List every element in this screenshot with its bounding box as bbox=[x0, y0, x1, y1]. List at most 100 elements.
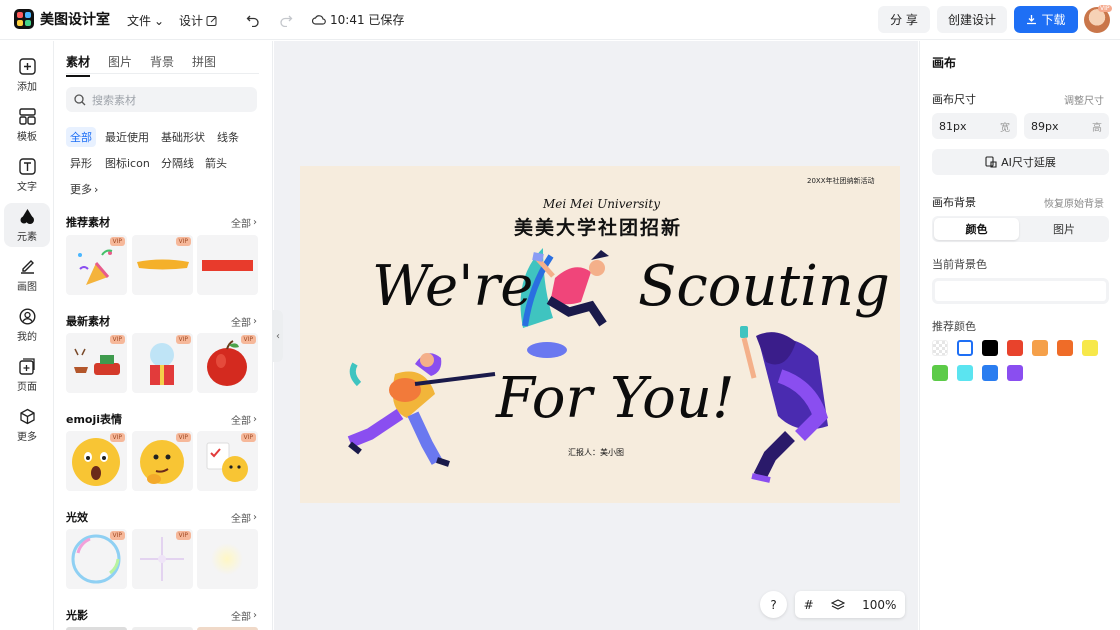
asset-thumb-red-bar[interactable] bbox=[197, 235, 258, 295]
rail-item-pages[interactable]: 页面 bbox=[4, 353, 50, 397]
asset-thumb-apple[interactable]: VIP bbox=[197, 333, 258, 393]
chip-lines[interactable]: 线条 bbox=[213, 127, 243, 147]
illustration-guitarist[interactable] bbox=[345, 334, 500, 469]
color-swatch[interactable] bbox=[932, 365, 948, 381]
vip-badge: VIP bbox=[109, 335, 125, 344]
shapes-icon bbox=[20, 208, 34, 224]
color-swatch[interactable] bbox=[982, 365, 998, 381]
design-menu[interactable]: 设计 bbox=[179, 12, 218, 29]
section-more-link[interactable]: 全部 › bbox=[231, 412, 257, 427]
chevron-right-icon: › bbox=[253, 414, 257, 425]
headline-for-you[interactable]: For You! bbox=[496, 366, 734, 431]
asset-thumb-party-popper[interactable]: VIP bbox=[66, 235, 127, 295]
chip-all[interactable]: 全部 bbox=[66, 127, 96, 147]
rail-item-elements[interactable]: 元素 bbox=[4, 203, 50, 247]
draw-icon bbox=[20, 259, 34, 274]
width-value: 81px bbox=[939, 119, 967, 133]
current-bg-color-field[interactable] bbox=[932, 278, 1109, 304]
search-input[interactable]: 搜索素材 bbox=[66, 87, 257, 112]
download-button[interactable]: 下载 bbox=[1014, 6, 1078, 33]
section-more-link[interactable]: 全部 › bbox=[231, 510, 257, 525]
design-canvas[interactable]: 20XX年社团纳新活动 Mei Mei University 美美大学社团招新 bbox=[300, 166, 900, 503]
headline-were[interactable]: We're bbox=[372, 254, 533, 319]
chip-irregular[interactable]: 异形 bbox=[66, 153, 96, 173]
rail-item-add[interactable]: 添加 bbox=[4, 53, 50, 97]
headline-scouting[interactable]: Scouting bbox=[638, 254, 890, 319]
chip-basic-shapes[interactable]: 基础形状 bbox=[157, 127, 209, 147]
asset-thumb-brush-stroke[interactable]: VIP bbox=[132, 235, 193, 295]
illustration-phone-dancer[interactable] bbox=[730, 326, 850, 486]
width-field[interactable]: 81px 宽 bbox=[932, 113, 1017, 139]
vip-badge: VIP bbox=[240, 433, 256, 442]
asset-thumb-reindeer-sleigh[interactable]: VIP bbox=[66, 333, 127, 393]
grid-icon[interactable]: # bbox=[804, 598, 814, 612]
asset-thumb-emoji-checklist[interactable]: VIP bbox=[197, 431, 258, 491]
restore-bg-link[interactable]: 恢复原始背景 bbox=[1044, 195, 1104, 210]
red-bar-image bbox=[202, 260, 253, 271]
asset-thumb-bubble-light[interactable]: VIP bbox=[66, 529, 127, 589]
vip-badge: VIP bbox=[175, 433, 191, 442]
height-field[interactable]: 89px 高 bbox=[1024, 113, 1109, 139]
color-swatch[interactable] bbox=[982, 340, 998, 356]
help-icon: ? bbox=[770, 597, 777, 612]
chevron-right-icon: › bbox=[253, 512, 257, 523]
file-menu[interactable]: 文件 ⌄ bbox=[127, 12, 164, 29]
chip-arrows[interactable]: 箭头 bbox=[201, 153, 231, 173]
section-more-link[interactable]: 全部 › bbox=[231, 608, 257, 623]
layers-icon[interactable] bbox=[830, 598, 845, 612]
redo-button[interactable] bbox=[277, 11, 295, 29]
asset-thumb-snow-globe-gift[interactable]: VIP bbox=[132, 333, 193, 393]
section-title: 最新素材 bbox=[66, 315, 110, 328]
color-swatch[interactable] bbox=[1007, 340, 1023, 356]
segment-image[interactable]: 图片 bbox=[1021, 218, 1107, 240]
rail-item-text[interactable]: 文字 bbox=[4, 153, 50, 197]
undo-button[interactable] bbox=[244, 11, 262, 29]
color-swatch[interactable] bbox=[1057, 340, 1073, 356]
segment-color[interactable]: 颜色 bbox=[934, 218, 1019, 240]
section-more-link[interactable]: 全部 › bbox=[231, 215, 257, 230]
chip-more[interactable]: 更多 › bbox=[66, 179, 102, 199]
zoom-level[interactable]: 100% bbox=[862, 598, 896, 612]
asset-thumb-thinking-emoji[interactable]: VIP bbox=[132, 431, 193, 491]
rail-item-mine[interactable]: 我的 bbox=[4, 303, 50, 347]
more-label: 全部 bbox=[231, 514, 251, 525]
glow-light-image bbox=[211, 543, 243, 575]
rail-label: 更多 bbox=[17, 431, 37, 443]
color-swatch[interactable] bbox=[1032, 340, 1048, 356]
chip-recent[interactable]: 最近使用 bbox=[101, 127, 153, 147]
canvas-university-text[interactable]: Mei Mei University bbox=[543, 197, 660, 211]
asset-thumb-shocked-emoji[interactable]: VIP bbox=[66, 431, 127, 491]
ai-extend-button[interactable]: AI尺寸延展 bbox=[932, 149, 1109, 175]
tab-divider bbox=[66, 73, 259, 74]
share-button[interactable]: 分 享 bbox=[878, 6, 930, 33]
color-swatch[interactable] bbox=[1082, 340, 1098, 356]
chip-dividers[interactable]: 分隔线 bbox=[157, 153, 198, 173]
color-swatch[interactable] bbox=[957, 340, 973, 356]
vip-badge: VIP bbox=[175, 531, 191, 540]
section-more-link[interactable]: 全部 › bbox=[231, 314, 257, 329]
cloud-icon bbox=[312, 14, 326, 25]
app-logo[interactable]: 美图设计室 bbox=[14, 9, 110, 29]
color-swatch[interactable] bbox=[957, 365, 973, 381]
rail-item-template[interactable]: 模板 bbox=[4, 103, 50, 147]
asset-thumb-sparkle-light[interactable]: VIP bbox=[132, 529, 193, 589]
collapse-panel-button[interactable]: ‹ bbox=[273, 310, 283, 362]
more-label: 全部 bbox=[231, 219, 251, 230]
vip-badge: VIP bbox=[109, 433, 125, 442]
rail-item-draw[interactable]: 画图 bbox=[4, 253, 50, 297]
color-swatch[interactable] bbox=[932, 340, 948, 356]
download-icon bbox=[1027, 15, 1037, 25]
section-title: 光效 bbox=[66, 511, 88, 524]
create-design-button[interactable]: 创建设计 bbox=[937, 6, 1007, 33]
help-button[interactable]: ? bbox=[760, 591, 787, 618]
resize-link[interactable]: 调整尺寸 bbox=[1064, 92, 1104, 107]
rail-item-more[interactable]: 更多 bbox=[4, 403, 50, 447]
canvas-reporter-text[interactable]: 汇报人：美小图 bbox=[568, 447, 624, 458]
color-swatch[interactable] bbox=[1007, 365, 1023, 381]
canvas-title-text[interactable]: 美美大学社团招新 bbox=[514, 213, 682, 240]
canvas-event-text[interactable]: 20XX年社团纳新活动 bbox=[807, 176, 875, 186]
vip-badge: VIP bbox=[109, 237, 125, 246]
cube-icon bbox=[19, 408, 35, 424]
chip-icons[interactable]: 图标icon bbox=[101, 153, 154, 173]
asset-thumb-glow-light[interactable] bbox=[197, 529, 258, 589]
